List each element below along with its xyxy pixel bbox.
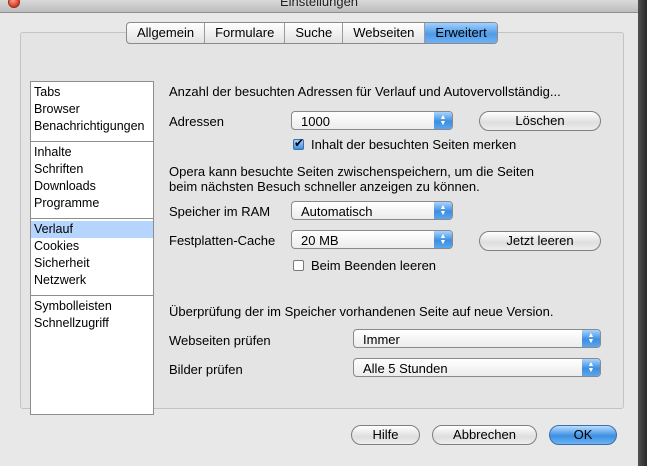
tab-erweitert[interactable]: Erweitert (425, 23, 497, 43)
sidebar-item-cookies[interactable]: Cookies (31, 238, 153, 255)
disk-cache-label: Festplatten-Cache (169, 233, 276, 248)
check-pages-value: Immer (363, 332, 400, 347)
select-arrows-icon: ▲ ▼ (434, 231, 452, 248)
ram-label: Speicher im RAM (169, 204, 271, 219)
addresses-value: 1000 (301, 114, 330, 129)
tab-suche[interactable]: Suche (285, 23, 344, 43)
remember-content-label: Inhalt der besuchten Seiten merken (311, 137, 517, 152)
clear-history-button[interactable]: Löschen (479, 111, 601, 131)
category-group-1: Tabs Browser Benachrichtigungen (31, 82, 153, 142)
sidebar-item-programs[interactable]: Programme (31, 195, 153, 212)
cancel-button[interactable]: Abbrechen (432, 425, 537, 445)
category-group-3: Verlauf Cookies Sicherheit Netzwerk (31, 219, 153, 296)
category-list: Tabs Browser Benachrichtigungen Inhalte … (30, 81, 154, 415)
sidebar-item-browser[interactable]: Browser (31, 101, 153, 118)
empty-now-button[interactable]: Jetzt leeren (479, 231, 601, 251)
empty-on-exit-label: Beim Beenden leeren (311, 258, 437, 273)
sidebar-item-downloads[interactable]: Downloads (31, 178, 153, 195)
ok-button[interactable]: OK (549, 425, 617, 445)
help-button[interactable]: Hilfe (351, 425, 420, 445)
tab-allgemein[interactable]: Allgemein (127, 23, 206, 43)
check-images-select[interactable]: Alle 5 Stunden ▲ ▼ (353, 358, 601, 377)
check-pages-select[interactable]: Immer ▲ ▼ (353, 329, 601, 348)
select-arrows-icon: ▲ ▼ (582, 359, 600, 376)
sidebar-item-toolbars[interactable]: Symbolleisten (31, 298, 153, 315)
check-heading: Überprüfung der im Speicher vorhandenen … (169, 304, 554, 319)
tab-webseiten[interactable]: Webseiten (343, 23, 426, 43)
checkmark-icon: ✔ (294, 136, 305, 150)
sidebar-item-security[interactable]: Sicherheit (31, 255, 153, 272)
addresses-select[interactable]: 1000 ▲ ▼ (291, 111, 453, 130)
sidebar-item-fonts[interactable]: Schriften (31, 161, 153, 178)
remember-content-checkbox[interactable]: ✔ (293, 136, 305, 150)
cache-description-line2: beim nächsten Besuch schneller anzeigen … (169, 179, 480, 194)
sidebar-item-network[interactable]: Netzwerk (31, 272, 153, 289)
ram-select[interactable]: Automatisch ▲ ▼ (291, 201, 453, 220)
category-group-4: Symbolleisten Schnellzugriff (31, 296, 153, 338)
tab-bar: Allgemein Formulare Suche Webseiten Erwe… (126, 22, 498, 44)
window-title: Einstellungen (279, 0, 359, 9)
empty-on-exit-checkbox[interactable] (293, 260, 304, 271)
cache-description-line1: Opera kann besuchte Seiten zwischenspeic… (169, 164, 534, 179)
sidebar-item-speed-dial[interactable]: Schnellzugriff (31, 315, 153, 332)
select-arrows-icon: ▲ ▼ (434, 202, 452, 219)
addresses-label: Adressen (169, 114, 224, 129)
disk-cache-value: 20 MB (301, 233, 339, 248)
preferences-window: Einstellungen Allgemein Formulare Suche … (0, 0, 638, 466)
category-group-2: Inhalte Schriften Downloads Programme (31, 142, 153, 219)
check-pages-label: Webseiten prüfen (169, 333, 271, 348)
select-arrows-icon: ▲ ▼ (434, 112, 452, 129)
sidebar-item-notifications[interactable]: Benachrichtigungen (31, 118, 153, 135)
sidebar-item-history[interactable]: Verlauf (31, 221, 153, 238)
history-heading: Anzahl der besuchten Adressen für Verlau… (169, 84, 561, 99)
ram-value: Automatisch (301, 204, 373, 219)
disk-cache-select[interactable]: 20 MB ▲ ▼ (291, 230, 453, 249)
check-images-label: Bilder prüfen (169, 362, 243, 377)
check-images-value: Alle 5 Stunden (363, 361, 448, 376)
sidebar-item-content[interactable]: Inhalte (31, 144, 153, 161)
select-arrows-icon: ▲ ▼ (582, 330, 600, 347)
tab-formulare[interactable]: Formulare (205, 23, 286, 43)
desktop-background (638, 0, 647, 466)
title-bar[interactable]: Einstellungen (0, 0, 638, 13)
sidebar-item-tabs[interactable]: Tabs (31, 84, 153, 101)
